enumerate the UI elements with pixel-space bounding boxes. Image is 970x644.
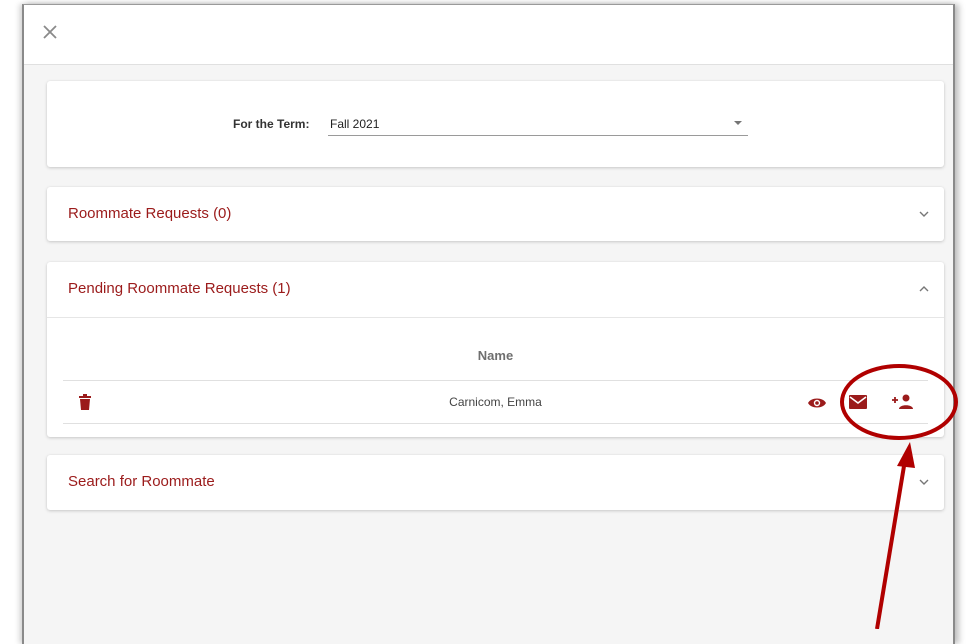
name-column-header: Name (477, 348, 514, 363)
table-row: Carnicom, Emma (63, 381, 928, 423)
dialog-header (24, 5, 953, 65)
highlight-circle (840, 364, 958, 440)
term-value: Fall 2021 (330, 117, 380, 131)
chevron-up-icon (919, 286, 929, 292)
divider (47, 317, 944, 318)
chevron-down-icon (919, 211, 929, 217)
close-icon (43, 25, 57, 39)
search-roommate-header[interactable]: Search for Roommate (47, 455, 944, 509)
term-label: For the Term: (233, 117, 310, 131)
roommate-dialog: For the Term: Fall 2021 Roommate Request… (22, 4, 955, 644)
roommate-requests-title: Roommate Requests (0) (68, 205, 232, 222)
row-name: Carnicom, Emma (449, 395, 542, 409)
pending-requests-panel: Pending Roommate Requests (1) Name Carni… (47, 262, 944, 437)
close-button[interactable] (38, 20, 62, 44)
search-roommate-panel: Search for Roommate (47, 455, 944, 510)
divider (63, 423, 928, 424)
pending-requests-header[interactable]: Pending Roommate Requests (1) (47, 262, 944, 316)
search-roommate-title: Search for Roommate (68, 473, 215, 490)
roommate-requests-panel: Roommate Requests (0) (47, 187, 944, 241)
pending-requests-title: Pending Roommate Requests (1) (68, 280, 291, 297)
eye-icon (808, 398, 826, 408)
view-button[interactable] (807, 396, 827, 410)
roommate-requests-header[interactable]: Roommate Requests (0) (47, 187, 944, 241)
term-card: For the Term: Fall 2021 (47, 81, 944, 167)
chevron-down-icon (919, 479, 929, 485)
term-select[interactable]: Fall 2021 (328, 109, 748, 136)
caret-down-icon (734, 121, 742, 125)
